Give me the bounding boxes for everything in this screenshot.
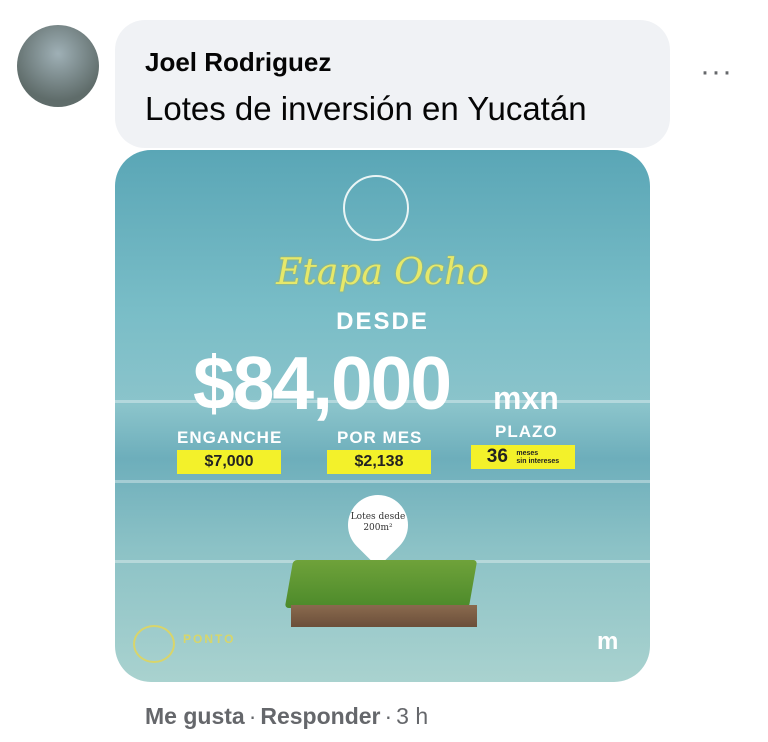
brand-logo-icon bbox=[133, 625, 175, 663]
ad-price: $84,000 bbox=[193, 341, 452, 425]
enganche-value: $7,000 bbox=[177, 450, 281, 474]
enganche-label: ENGANCHE bbox=[177, 428, 283, 447]
like-button[interactable]: Me gusta bbox=[145, 703, 245, 729]
plazo-unit: meses bbox=[516, 449, 539, 457]
plazo-value-box: 36 meses sin intereses bbox=[471, 445, 575, 469]
ad-desde-label: DESDE bbox=[336, 308, 429, 335]
comment-bubble: Joel Rodriguez Lotes de inversión en Yuc… bbox=[115, 20, 670, 148]
por-mes-value: $2,138 bbox=[327, 450, 431, 474]
ad-logo-icon bbox=[343, 175, 409, 241]
plazo-note: sin intereses bbox=[516, 457, 560, 465]
wave-line bbox=[115, 480, 650, 483]
pin-line2: 200m² bbox=[363, 523, 393, 533]
soil-image bbox=[291, 605, 477, 627]
plazo-label: PLAZO bbox=[495, 422, 558, 441]
comment-author[interactable]: Joel Rodriguez bbox=[145, 47, 331, 78]
reply-button[interactable]: Responder bbox=[260, 703, 380, 729]
ad-image[interactable]: Etapa Ocho DESDE $84,000 mxn ENGANCHE $7… bbox=[115, 150, 650, 682]
por-mes-label: POR MES bbox=[337, 428, 423, 447]
comment-actions: Me gusta · Responder · 3 h bbox=[145, 703, 428, 730]
comment-text: Lotes de inversión en Yucatán bbox=[145, 90, 587, 127]
separator-dot: · bbox=[384, 703, 393, 729]
separator-dot: · bbox=[248, 703, 257, 729]
plazo-value: 36 bbox=[486, 446, 508, 467]
pin-line1: Lotes desde bbox=[350, 512, 406, 522]
grass-lot-image bbox=[284, 560, 478, 608]
comment-time[interactable]: 3 h bbox=[396, 703, 428, 729]
m-logo-icon: m bbox=[597, 628, 619, 655]
plazo-unit-group: meses sin intereses bbox=[516, 450, 559, 466]
pin-text: Lotes desde 200m² bbox=[343, 512, 413, 534]
brand-name: PONTO bbox=[183, 632, 236, 646]
avatar[interactable] bbox=[17, 25, 99, 107]
more-options-icon[interactable]: ··· bbox=[700, 57, 733, 87]
ad-currency: mxn bbox=[493, 380, 559, 416]
ad-title: Etapa Ocho bbox=[276, 252, 489, 293]
